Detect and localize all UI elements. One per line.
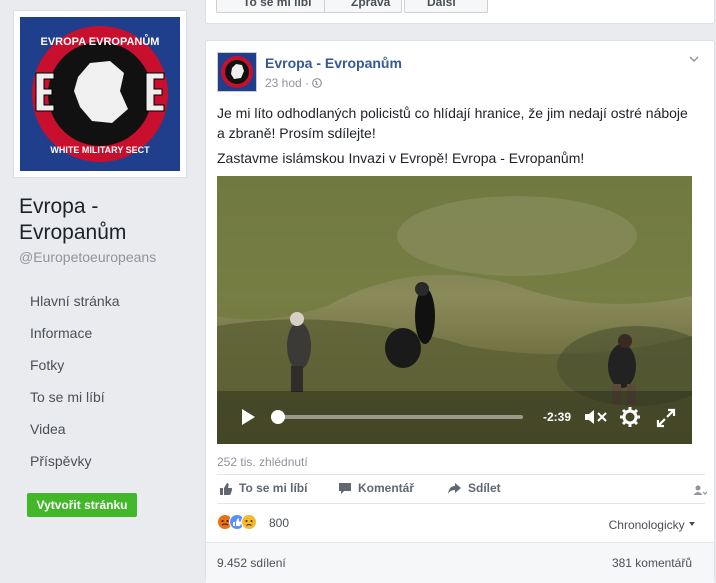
post-card: Evropa - Evropanům 23 hod · Je mi líto o… xyxy=(205,40,715,583)
more-label: Další xyxy=(427,0,456,9)
share-button[interactable]: Sdílet xyxy=(447,481,501,495)
like-page-button[interactable]: To se mi líbí xyxy=(216,0,334,13)
comment-icon xyxy=(339,483,351,495)
nav-item-about[interactable]: Informace xyxy=(30,320,119,352)
page-logo: EVROPA EVROPANŮM WHITE MILITARY SECT xyxy=(20,17,180,171)
nav-item-home[interactable]: Hlavní stránka xyxy=(30,288,119,320)
message-label: Zpráva xyxy=(351,0,391,9)
comment-sort-dropdown[interactable]: Chronologicky xyxy=(609,518,696,532)
post-time-text: 23 hod xyxy=(265,76,302,90)
nav-item-videos[interactable]: Videa xyxy=(30,416,119,448)
video-progress-track[interactable] xyxy=(271,410,523,424)
video-view-count: 252 tis. zhlédnutí xyxy=(217,455,308,469)
comment-count[interactable]: 381 komentářů xyxy=(612,556,692,570)
fullscreen-icon[interactable] xyxy=(656,408,676,428)
post-author[interactable]: Evropa - Evropanům xyxy=(265,55,402,71)
nav-item-posts[interactable]: Příspěvky xyxy=(30,448,119,480)
settings-gear-icon[interactable] xyxy=(620,407,640,427)
like-page-label: To se mi líbí xyxy=(243,0,312,9)
dot-separator: · xyxy=(305,76,313,90)
post-stats-row: 9.452 sdílení 381 komentářů xyxy=(206,542,714,583)
video-frame xyxy=(217,176,692,444)
page-handle: @Europetoeuropeans xyxy=(19,249,157,265)
create-page-button[interactable]: Vytvořit stránku xyxy=(27,493,137,517)
svg-text:EVROPA EVROPANŮM: EVROPA EVROPANŮM xyxy=(41,34,160,48)
audience-selector-icon[interactable] xyxy=(693,483,707,497)
like-label: To se mi líbí xyxy=(239,481,308,495)
page-title[interactable]: Evropa - Evropanům xyxy=(19,194,159,246)
video-player[interactable]: -2:39 xyxy=(217,176,692,444)
comment-button[interactable]: Komentář xyxy=(338,481,414,495)
play-icon[interactable] xyxy=(239,408,257,426)
profile-picture[interactable]: EVROPA EVROPANŮM WHITE MILITARY SECT xyxy=(13,10,187,178)
post-avatar[interactable] xyxy=(217,52,257,92)
video-scrubber-handle[interactable] xyxy=(271,410,285,424)
page-action-bar: To se mi líbí Zpráva Další xyxy=(205,0,715,24)
post-time[interactable]: 23 hod · xyxy=(265,76,323,90)
post-text-secondary: Zastavme islámskou Invazi v Evropě! Evro… xyxy=(217,150,585,166)
mute-icon[interactable] xyxy=(584,408,608,426)
reaction-count: 800 xyxy=(269,516,290,530)
svg-text:WHITE MILITARY SECT: WHITE MILITARY SECT xyxy=(50,145,150,155)
globe-icon xyxy=(312,78,323,88)
share-count[interactable]: 9.452 sdílení xyxy=(217,556,286,570)
like-button[interactable]: To se mi líbí xyxy=(219,481,307,496)
page-nav: Hlavní stránka Informace Fotky To se mi … xyxy=(30,288,119,480)
post-text: Je mi líto odhodlaných policistů co hlíd… xyxy=(217,105,688,141)
share-icon xyxy=(448,483,461,495)
more-button[interactable]: Další xyxy=(404,0,488,13)
message-button[interactable]: Zpráva xyxy=(324,0,402,13)
thumbs-up-icon xyxy=(220,482,233,495)
post-options-chevron-icon[interactable] xyxy=(688,53,700,65)
sad-reaction-icon xyxy=(241,514,257,530)
avatar-logo-icon xyxy=(218,53,256,91)
chevron-down-icon xyxy=(689,522,695,526)
video-time-remaining: -2:39 xyxy=(543,410,572,424)
left-column: EVROPA EVROPANŮM WHITE MILITARY SECT Evr… xyxy=(0,0,200,576)
post-action-bar: To se mi líbí Komentář Sdílet xyxy=(217,474,707,504)
comment-label: Komentář xyxy=(358,481,415,495)
comment-sort-label: Chronologicky xyxy=(608,518,685,532)
nav-item-likes[interactable]: To se mi líbí xyxy=(30,384,119,416)
share-label: Sdílet xyxy=(468,481,501,495)
nav-item-photos[interactable]: Fotky xyxy=(30,352,119,384)
